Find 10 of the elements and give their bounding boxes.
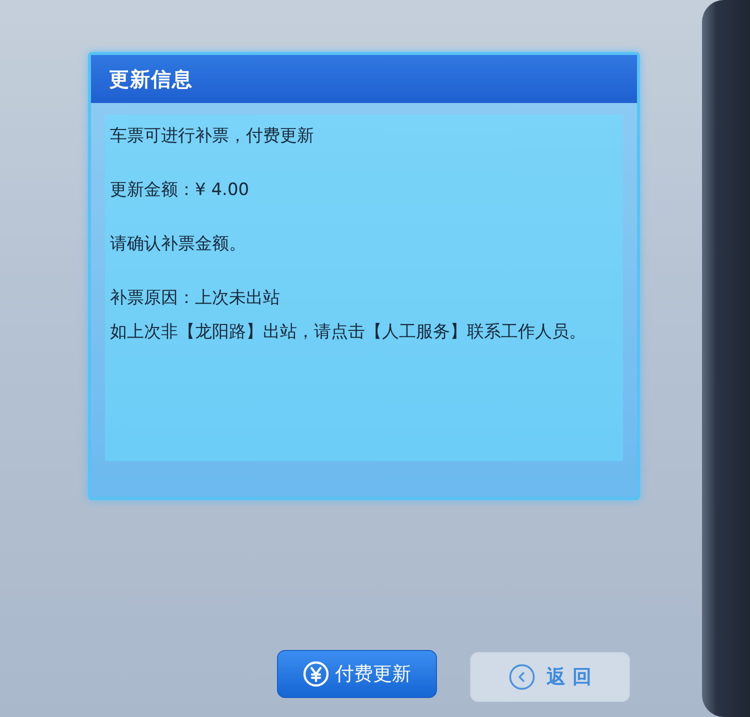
message-text: 请确认补票金额。 [110, 233, 247, 256]
back-button[interactable]: 返 回 [470, 652, 630, 702]
pay-button[interactable]: 付费更新 [277, 650, 437, 698]
message-text: 如上次非【龙阳路】出站，请点击【人工服务】联系工作人员。 [110, 321, 587, 344]
yen-circle-icon [303, 661, 329, 687]
message-text: 补票原因：上次未出站 [110, 287, 281, 310]
message-text: 更新金额：¥ 4.00 [110, 179, 250, 202]
back-circle-icon [508, 664, 535, 690]
message-text: 车票可进行补票，付费更新 [110, 125, 315, 148]
dialog-title: 更新信息 [109, 66, 193, 92]
